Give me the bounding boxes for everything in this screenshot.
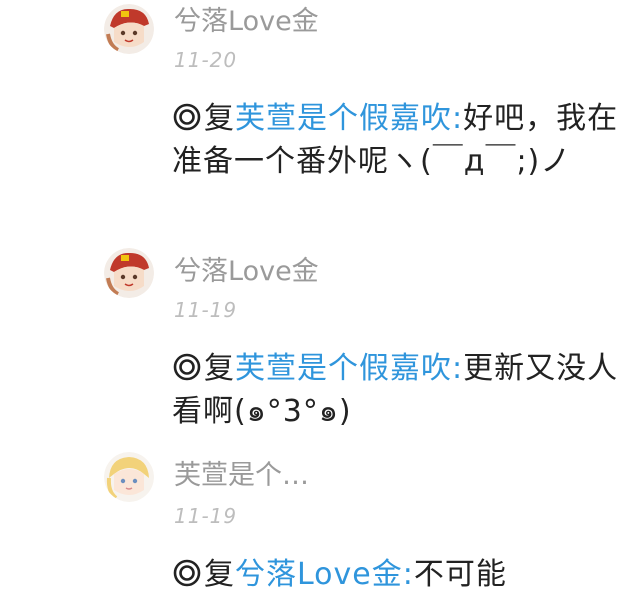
comment-date: 11-19 [174, 504, 238, 528]
username[interactable]: 芙萱是个… [174, 460, 309, 492]
comment-item: 芙萱是个… 11-19 复兮落Love金:不可能 [0, 0, 640, 612]
mention-separator: : [402, 557, 414, 592]
comment-thread: 兮落Love金 11-20 复芙萱是个假嘉吹:好吧，我在准备一个番外呢ヽ(￣д￣… [0, 0, 640, 612]
reply-label: 复 [204, 557, 235, 592]
avatar[interactable] [104, 452, 154, 502]
anime-avatar-blonde-icon [104, 452, 154, 502]
comment-body: 复兮落Love金:不可能 [172, 553, 622, 596]
comment-text: 不可能 [413, 557, 507, 592]
reply-circle-icon [173, 559, 201, 587]
mention-link[interactable]: 兮落Love金 [235, 557, 403, 592]
